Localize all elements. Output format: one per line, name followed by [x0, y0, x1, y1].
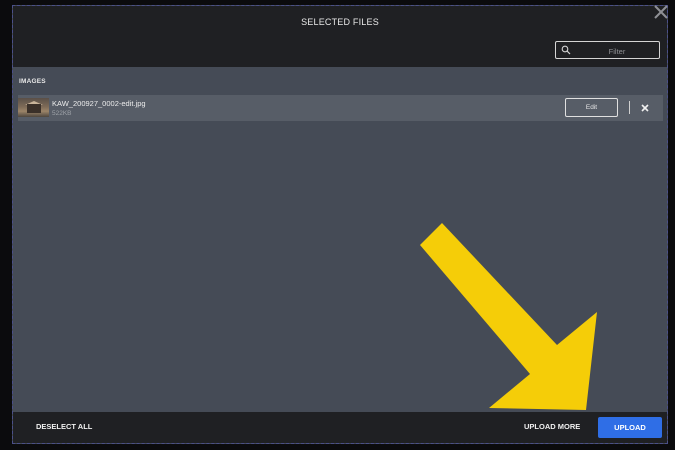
search-icon: [561, 45, 571, 55]
file-thumbnail: [18, 98, 49, 117]
file-row[interactable]: KAW_200927_0002-edit.jpg 522KB Edit: [18, 95, 663, 121]
selected-files-modal: SELECTED FILES IMAGES KAW_200927_0002-ed…: [12, 5, 668, 444]
remove-file-icon[interactable]: [638, 101, 652, 115]
modal-title: SELECTED FILES: [301, 17, 379, 27]
upload-button[interactable]: UPLOAD: [598, 417, 662, 438]
filter-input[interactable]: [574, 43, 660, 59]
file-name: KAW_200927_0002-edit.jpg: [52, 99, 146, 108]
modal-header: SELECTED FILES: [13, 6, 667, 67]
file-size: 522KB: [52, 110, 72, 117]
section-label-images: IMAGES: [19, 78, 46, 85]
filter-field[interactable]: [555, 41, 660, 59]
deselect-all-button[interactable]: DESELECT ALL: [36, 422, 92, 431]
close-icon[interactable]: [653, 4, 669, 20]
upload-more-button[interactable]: UPLOAD MORE: [524, 422, 580, 431]
modal-footer: DESELECT ALL UPLOAD MORE UPLOAD: [13, 412, 667, 443]
edit-button[interactable]: Edit: [565, 98, 618, 117]
divider: [629, 101, 630, 114]
